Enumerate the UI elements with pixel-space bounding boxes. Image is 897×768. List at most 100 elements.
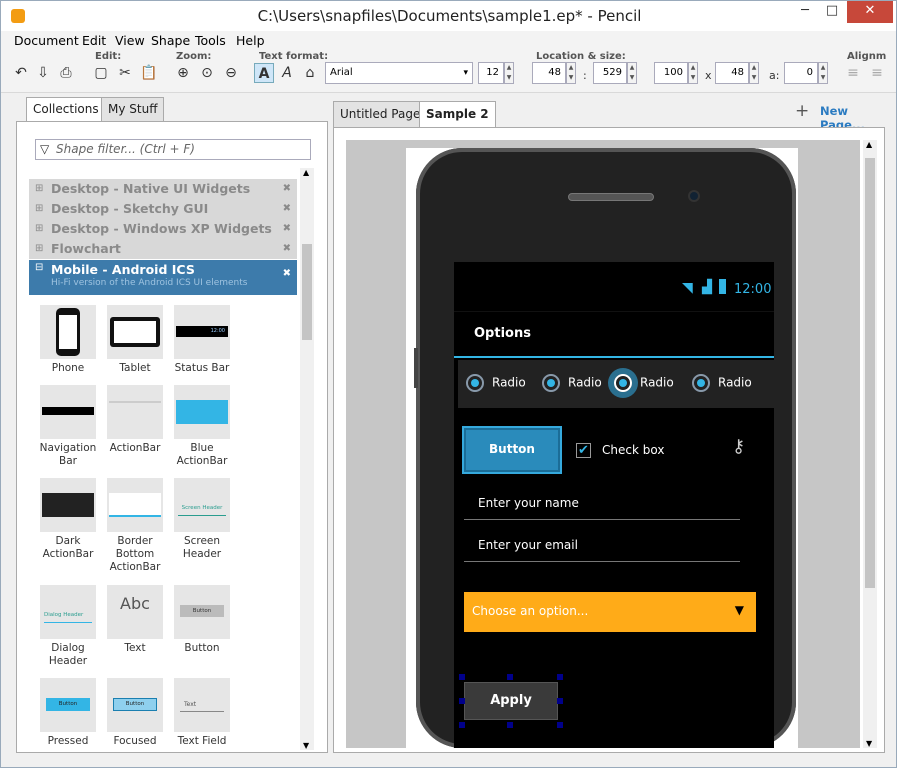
height-input[interactable]: 48 [715, 62, 749, 84]
collection-flowchart[interactable]: ⊞Flowchart✖ [29, 239, 297, 259]
angle-input[interactable]: 0 [784, 62, 818, 84]
shape-actionbar[interactable]: ActionBar [100, 385, 170, 455]
shape-dialog-header[interactable]: Dialog HeaderDialog Header [33, 585, 103, 668]
shape-blue-actionbar[interactable]: Blue ActionBar [167, 385, 237, 468]
collection-sketchy-gui[interactable]: ⊞Desktop - Sketchy GUI✖ [29, 199, 297, 219]
save-icon[interactable]: ⇩ [33, 63, 53, 83]
shape-border-bottom-actionbar[interactable]: Border Bottom ActionBar [100, 478, 170, 574]
menu-view[interactable]: View [115, 33, 145, 48]
maximize-button[interactable]: □ [819, 1, 845, 23]
x-input[interactable]: 48 [532, 62, 566, 84]
scroll-up-icon[interactable]: ▲ [303, 168, 309, 177]
scroll-up-icon[interactable]: ▲ [866, 140, 872, 149]
close-icon[interactable]: ✖ [283, 219, 291, 239]
close-icon[interactable]: ✖ [283, 268, 291, 279]
selection-handle[interactable] [507, 674, 513, 680]
y-input[interactable]: 529 [593, 62, 627, 84]
tab-untitled-page[interactable]: Untitled Page [333, 101, 427, 127]
align-left-icon[interactable]: ≡ [843, 63, 863, 83]
shape-status-bar[interactable]: 12:00Status Bar [167, 305, 237, 375]
zoom-in-icon[interactable]: ⊕ [173, 63, 193, 83]
collection-android-ics[interactable]: ⊟ Mobile - Android ICS Hi-Fi version of … [29, 260, 297, 295]
checkbox-checked-icon[interactable]: ✔ [576, 443, 591, 458]
cut-icon[interactable]: ✂ [115, 63, 135, 83]
phone-frame[interactable]: ◥ ▟ 12:00 Options Radio [416, 148, 796, 748]
radio-4[interactable]: Radio [692, 374, 752, 392]
menu-tools[interactable]: Tools [195, 33, 226, 48]
shape-dark-actionbar[interactable]: Dark ActionBar [33, 478, 103, 561]
navigation-bar-thumbnail [40, 385, 96, 439]
font-size-input[interactable]: 12 [478, 62, 504, 84]
radio-1[interactable]: Radio [466, 374, 526, 392]
collections-scrollbar[interactable]: ▲ ▼ [300, 168, 314, 750]
text-color-icon[interactable]: ⌂ [300, 63, 320, 83]
tab-my-stuff[interactable]: My Stuff [101, 97, 164, 121]
selection-handle[interactable] [507, 722, 513, 728]
minimize-button[interactable]: ─ [791, 1, 819, 23]
key-menu-icon[interactable]: ⚷ [732, 436, 745, 457]
name-field[interactable]: Enter your name [464, 490, 740, 520]
add-page-icon[interactable]: + [795, 101, 809, 121]
shape-screen-header[interactable]: Screen HeaderScreen Header [167, 478, 237, 561]
selection-handle[interactable] [459, 722, 465, 728]
text-bold-icon[interactable]: A [254, 63, 274, 83]
zoom-out-icon[interactable]: ⊖ [221, 63, 241, 83]
radio-3-selected[interactable]: Radio [614, 374, 674, 392]
shape-text[interactable]: AbcText [100, 585, 170, 655]
selection-handle[interactable] [557, 722, 563, 728]
tab-sample-2[interactable]: Sample 2 [419, 101, 496, 127]
tab-collections[interactable]: Collections [26, 97, 106, 121]
menu-document[interactable]: Document [14, 33, 79, 48]
selection-handle[interactable] [459, 674, 465, 680]
close-icon[interactable]: ✖ [283, 239, 291, 259]
blue-button[interactable]: Button [464, 428, 560, 472]
y-spinner[interactable]: ▲▼ [627, 62, 637, 84]
option-dropdown[interactable]: Choose an option... ▼ [464, 592, 756, 632]
shape-filter-input[interactable]: ▽ Shape filter... (Ctrl + F) [35, 139, 311, 160]
collection-winxp[interactable]: ⊞Desktop - Windows XP Widgets✖ [29, 219, 297, 239]
collection-native-ui[interactable]: ⊞Desktop - Native UI Widgets✖ [29, 179, 297, 199]
menu-bar: Document Edit View Shape Tools Help [1, 31, 897, 51]
close-icon[interactable]: ✖ [283, 179, 291, 199]
menu-edit[interactable]: Edit [82, 33, 106, 48]
menu-help[interactable]: Help [236, 33, 265, 48]
shape-text-field[interactable]: TextText Field [167, 678, 237, 748]
zoom-actual-icon[interactable]: ⊙ [197, 63, 217, 83]
shape-pressed[interactable]: ButtonPressed [33, 678, 103, 748]
undo-icon[interactable]: ↶ [11, 63, 31, 83]
menu-shape[interactable]: Shape [151, 33, 190, 48]
height-spinner[interactable]: ▲▼ [749, 62, 759, 84]
x-spinner[interactable]: ▲▼ [566, 62, 576, 84]
paste-icon[interactable]: 📋 [139, 63, 159, 83]
close-button[interactable]: ✕ [847, 1, 893, 23]
selection-handle[interactable] [557, 674, 563, 680]
new-page-icon[interactable]: ▢ [91, 63, 111, 83]
close-icon[interactable]: ✖ [283, 199, 291, 219]
side-button [414, 348, 418, 388]
screen-header-thumbnail: Screen Header [174, 478, 230, 532]
scroll-down-icon[interactable]: ▼ [303, 741, 309, 750]
shape-tablet[interactable]: Tablet [100, 305, 170, 375]
print-icon[interactable]: ⎙ [56, 63, 76, 83]
angle-spinner[interactable]: ▲▼ [818, 62, 828, 84]
shape-focused[interactable]: ButtonFocused [100, 678, 170, 748]
selection-handle[interactable] [459, 698, 465, 704]
canvas-scrollbar[interactable]: ▲ ▼ [863, 140, 877, 748]
shape-button[interactable]: ButtonButton [167, 585, 237, 655]
shape-navigation-bar[interactable]: Navigation Bar [33, 385, 103, 468]
email-field[interactable]: Enter your email [464, 532, 740, 562]
selection-handle[interactable] [557, 698, 563, 704]
radio-2[interactable]: Radio [542, 374, 602, 392]
shape-phone[interactable]: Phone [33, 305, 103, 375]
scroll-down-icon[interactable]: ▼ [866, 739, 872, 748]
width-input[interactable]: 100 [654, 62, 688, 84]
scroll-thumb[interactable] [865, 158, 875, 588]
align-center-icon[interactable]: ≡ [867, 63, 887, 83]
font-size-spinner[interactable]: ▲▼ [504, 62, 514, 84]
radio-dot-icon [692, 374, 710, 392]
width-spinner[interactable]: ▲▼ [688, 62, 698, 84]
text-italic-icon[interactable]: A [277, 63, 297, 83]
scroll-thumb[interactable] [302, 244, 312, 340]
font-select[interactable]: Arial▾ [325, 62, 473, 84]
apply-button[interactable]: Apply [464, 682, 558, 720]
